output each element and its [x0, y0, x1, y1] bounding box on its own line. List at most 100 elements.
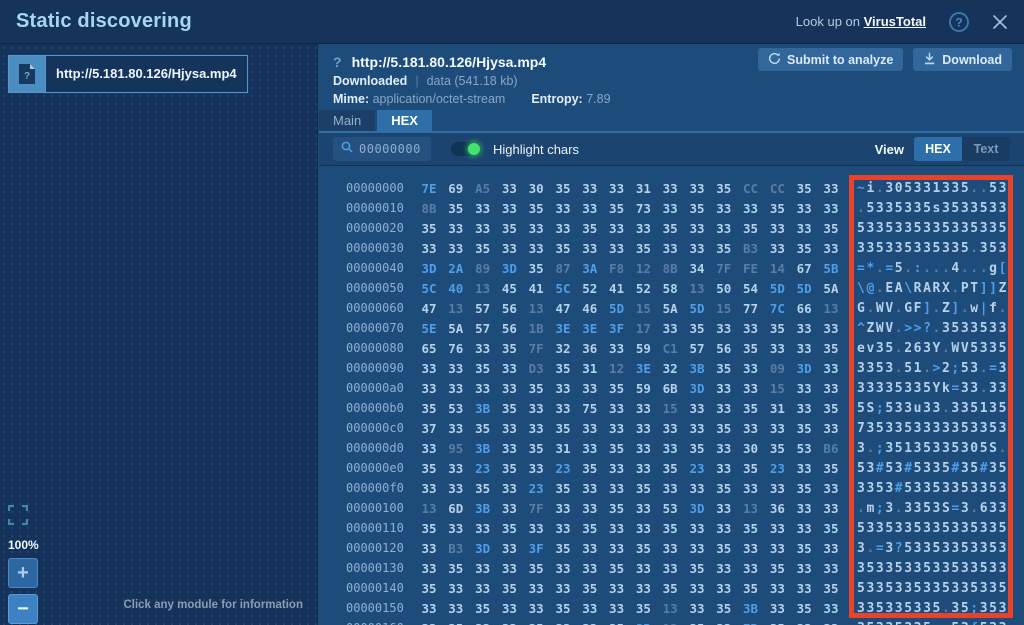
svg-text:?: ? [24, 71, 30, 82]
tab-hex[interactable]: HEX [377, 110, 432, 131]
hex-row: 000000c0 37333533333533333333333533333533… [319, 418, 1024, 438]
ascii-chars: 3353#53353353353 [857, 481, 1008, 496]
hex-bytes: 7E69A5333035333331333335CCCC3533 [421, 181, 839, 196]
ascii-chars: 3533533533533533 [857, 561, 1008, 576]
hex-offset: 00000150 [346, 601, 408, 615]
hex-row: 00000140 35333335333335333335333335333335… [319, 578, 1024, 598]
hex-bytes: 3333353333353333351333353B333533 [421, 601, 839, 616]
download-button[interactable]: Download [913, 48, 1012, 71]
hex-row: 0000012033B33D333F3533333533333533333533… [319, 538, 1024, 558]
hex-bytes: 33333533233533333533333533333533 [421, 481, 839, 496]
download-icon [923, 52, 936, 68]
ascii-chars: 5335335335335335 [857, 581, 1008, 596]
module-label: http://5.181.80.126/Hjysa.mp4 [45, 56, 247, 92]
refresh-icon [768, 52, 781, 68]
hex-row: 00000060471357561347465D155A5D15777C6613… [319, 298, 1024, 318]
entropy-value: 7.89 [586, 92, 610, 106]
hex-row: 00000150 3333353333353333351333353B333533… [319, 598, 1024, 618]
page-title: Static discovering [16, 10, 192, 33]
ascii-chars: 53#53#5335#35#35 [857, 461, 1008, 476]
view-switcher: HEX Text [914, 137, 1010, 161]
hex-bytes: 33B33D333F3533333533333533333533 [421, 541, 839, 556]
top-bar: Static discovering Look up on VirusTotal… [0, 0, 1024, 44]
hex-offset: 000000e0 [346, 461, 408, 475]
hex-row: 000000108B353333353333357333353333353333… [319, 198, 1024, 218]
hex-offset: 00000130 [346, 561, 408, 575]
hex-row: 000000e035332335332335333335233335233335… [319, 458, 1024, 478]
hex-offset: 00000040 [346, 261, 408, 275]
toggle-knob [468, 143, 480, 155]
ascii-chars: ~i.305331335..53 [857, 181, 1008, 196]
hex-row: 00000160 33353333353333353B1335337B353333… [319, 618, 1024, 625]
hex-offset: 00000160 [346, 621, 408, 625]
hex-row: 00000030333335333335333335333335B3333533… [319, 238, 1024, 258]
fullscreen-icon[interactable] [8, 505, 28, 530]
hex-row: 000000b035533B35333375333315333335313335… [319, 398, 1024, 418]
hex-toolbar: Highlight chars View HEX Text [319, 133, 1024, 166]
offset-search-field[interactable] [333, 137, 431, 161]
tab-main[interactable]: Main [319, 110, 375, 131]
highlight-chars-label: Highlight chars [493, 142, 579, 157]
hex-bytes: 8B353333353333357333353333353333 [421, 201, 839, 216]
tab-bar: Main HEX [319, 110, 1024, 133]
offset-search-input[interactable] [359, 142, 431, 156]
ascii-chars: 7353353333353353 [857, 421, 1008, 436]
view-hex-button[interactable]: HEX [914, 137, 962, 161]
hex-row: 00000130 33353333353333353333353333353333… [319, 558, 1024, 578]
ascii-chars: 335335335.35;353 [857, 601, 1008, 616]
hex-offset: 00000080 [346, 341, 408, 355]
hex-bytes: 35333335333335333335333335333335 [421, 581, 839, 596]
hex-bytes: 5C401345415C524152581350545D5D5A [421, 281, 839, 296]
hex-bytes: 33353333353333353333353333353333 [421, 561, 839, 576]
hex-bytes: 5E5A57561B3E3E3F1733353333353333 [421, 321, 839, 336]
hex-offset: 00000050 [346, 281, 408, 295]
hex-bytes: 3333333335333335596B3D3333153333 [421, 381, 839, 396]
search-icon [341, 140, 353, 158]
help-icon[interactable]: ? [948, 11, 970, 33]
view-label: View [875, 142, 904, 157]
unknown-type-icon: ? [333, 54, 342, 70]
static-discovering-window: Static discovering Look up on VirusTotal… [0, 0, 1024, 625]
highlight-chars-toggle[interactable] [451, 142, 481, 156]
hex-offset: 000000a0 [346, 381, 408, 395]
hex-offset: 00000030 [346, 241, 408, 255]
zoom-out-button[interactable]: − [8, 594, 38, 624]
virustotal-link[interactable]: VirusTotal [864, 14, 926, 29]
ascii-chars: 33335335Yk=33.33 [857, 381, 1008, 396]
hex-bytes: 657633357F32363359C1575635333335 [421, 341, 839, 356]
hex-bytes: 35333335333335333335333335333335 [421, 521, 839, 536]
ascii-chars: G.WV.GF].Z].w|f. [857, 301, 1008, 316]
main-panel: ? http://5.181.80.126/Hjysa.mp4 Download… [319, 44, 1024, 625]
hex-row: 000000d0 33953B333531333533333533303553B6… [319, 438, 1024, 458]
hex-bytes: 33353333353333353B1335337B353333 [421, 621, 839, 625]
hex-bytes: 37333533333533333333333533333533 [421, 421, 839, 436]
ascii-chars: 5S;533u33.335135 [857, 401, 1008, 416]
hex-row: 00000080 657633357F32363359C1575635333335… [319, 338, 1024, 358]
file-type-size: data (541.18 kb) [427, 74, 518, 88]
hex-row: 00000040 3D2A893D35873AF8128B347FFE14675B… [319, 258, 1024, 278]
close-icon[interactable] [992, 14, 1008, 30]
sidebar-hint: Click any module for information [123, 599, 303, 611]
hex-dump-view[interactable]: 000000007E69A5333035333331333335CCCC3533… [319, 166, 1024, 625]
hex-bytes: 33953B333531333533333533303553B6 [421, 441, 839, 456]
hex-bytes: 136D3B337F33333533533D3313363333 [421, 501, 839, 516]
hex-row: 000000007E69A5333035333331333335CCCC3533… [319, 178, 1024, 198]
ascii-chars: .5335335s3533533 [857, 201, 1008, 216]
hex-offset: 000000d0 [346, 441, 408, 455]
hex-row: 00000050 5C401345415C524152581350545D5D5A… [319, 278, 1024, 298]
zoom-in-button[interactable]: + [8, 558, 38, 588]
hex-row: 0000002035333335333335333335333335333335… [319, 218, 1024, 238]
hex-bytes: 471357561347465D155A5D15777C6613 [421, 301, 839, 316]
hex-offset: 00000140 [346, 581, 408, 595]
hex-offset: 00000110 [346, 521, 408, 535]
hex-row: 000000f033333533233533333533333533333533… [319, 478, 1024, 498]
ascii-chars: ev35.263Y.WV5335 [857, 341, 1008, 356]
module-node-url[interactable]: ? http://5.181.80.126/Hjysa.mp4 [8, 55, 248, 93]
ascii-chars: 3.=3?53353353353 [857, 541, 1008, 556]
hex-offset: 000000c0 [346, 421, 408, 435]
view-text-button[interactable]: Text [962, 137, 1010, 161]
hex-bytes: 3D2A893D35873AF8128B347FFE14675B [421, 261, 839, 276]
file-url: http://5.181.80.126/Hjysa.mp4 [352, 54, 547, 70]
hex-row: 00000110 35333335333335333335333335333335… [319, 518, 1024, 538]
submit-to-analyze-button[interactable]: Submit to analyze [758, 48, 903, 71]
